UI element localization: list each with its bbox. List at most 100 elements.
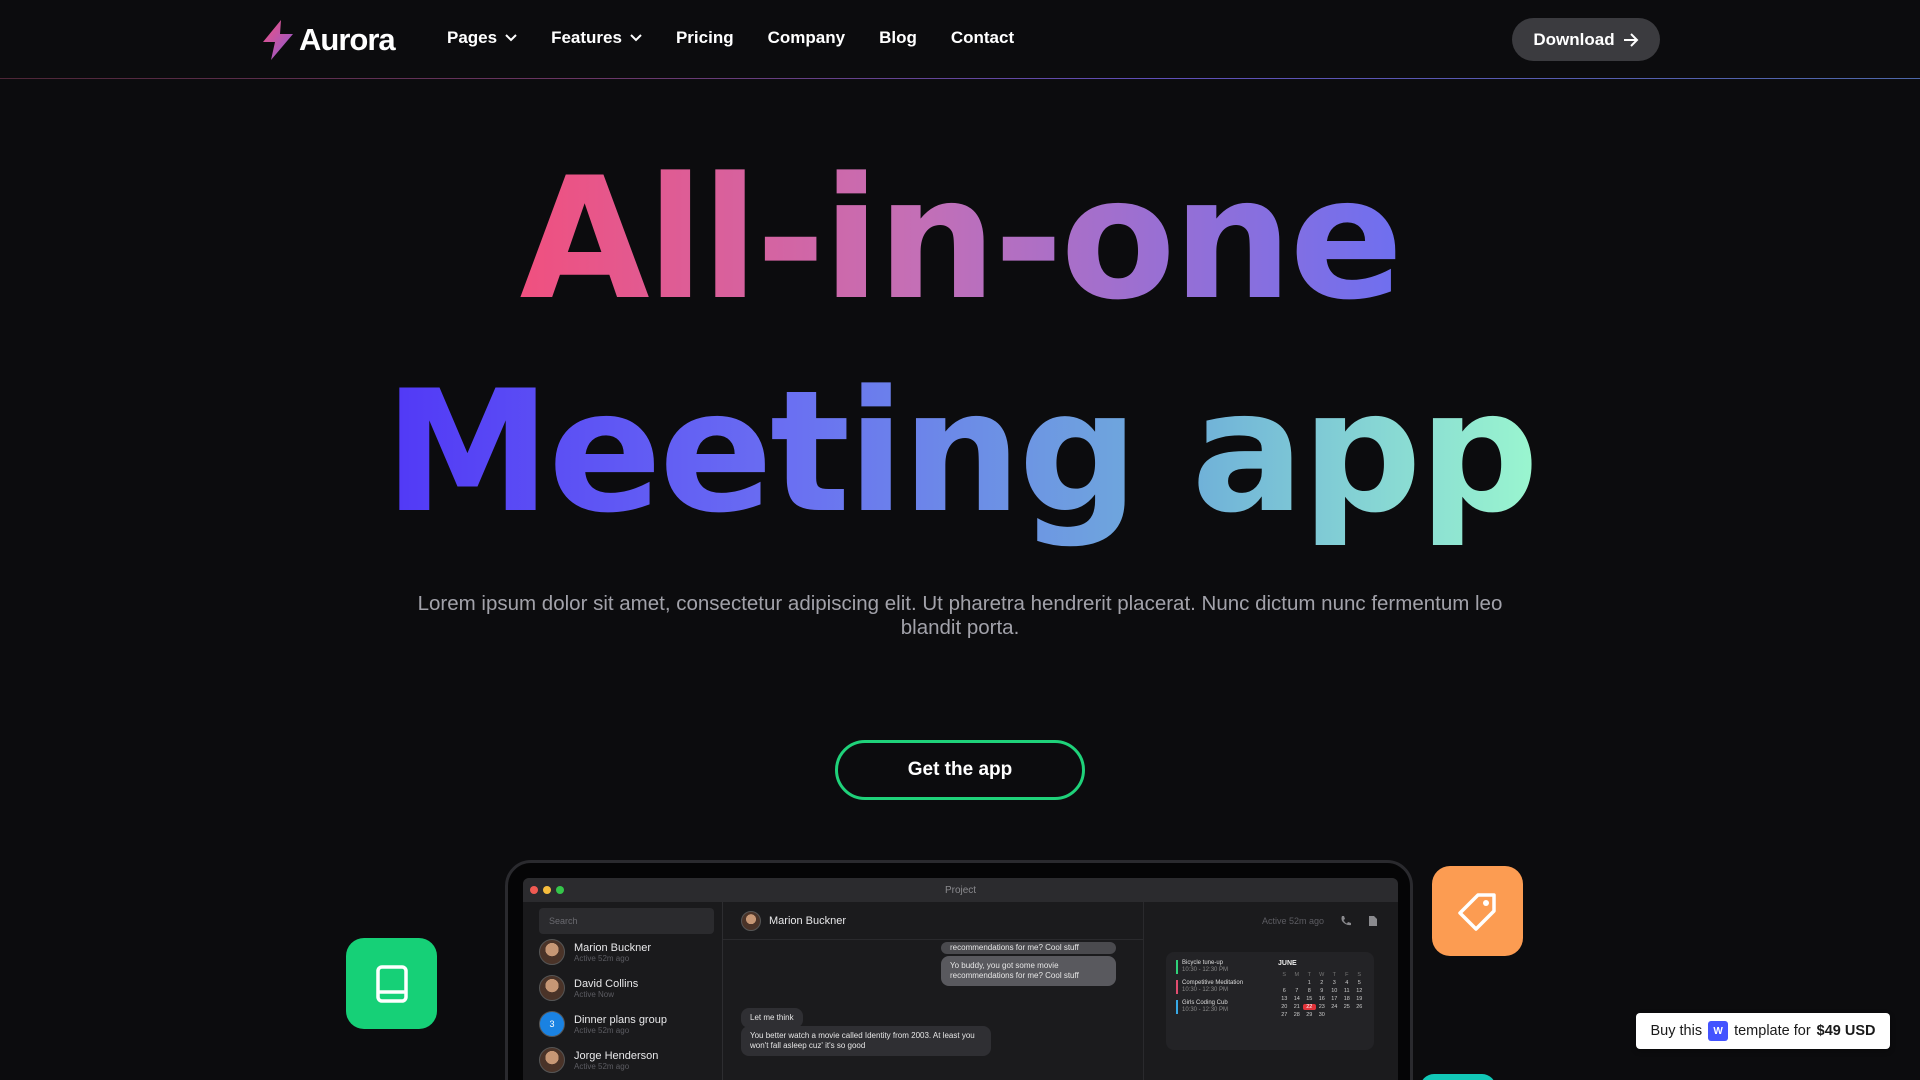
weekday-label: T: [1307, 972, 1311, 978]
calendar-day: 17: [1331, 996, 1338, 1002]
calendar-day: 14: [1293, 996, 1300, 1002]
contact-status: Active 52m ago: [574, 953, 630, 963]
calendar-day: 4: [1345, 980, 1349, 986]
chat-message-bubble: Yo buddy, you got some movie recommendat…: [941, 956, 1116, 986]
tag-icon: [1457, 893, 1496, 931]
chat-message-bubble: recommendations for me? Cool stuff: [941, 942, 1116, 954]
calendar-day: 8: [1307, 988, 1311, 994]
calendar-day: 2: [1320, 980, 1324, 986]
calendar-day: 30: [1318, 1012, 1325, 1018]
hero-title-line-1: All-in-one: [519, 141, 1404, 337]
weekday-label: S: [1282, 972, 1287, 978]
nav-item-pricing[interactable]: Pricing: [676, 28, 734, 48]
chevron-down-icon: [505, 34, 517, 42]
calendar-day: 22: [1303, 1004, 1316, 1010]
chat-contact-name: Marion Buckner: [769, 914, 847, 927]
contact-item: Jorge Henderson Active 52m ago: [539, 1042, 722, 1078]
nav-item-blog[interactable]: Blog: [879, 28, 917, 48]
calendar-month: JUNE: [1278, 960, 1297, 967]
contact-name: Marion Buckner: [574, 941, 652, 954]
contact-item: 3 Dinner plans group Active 52m ago: [539, 1006, 722, 1042]
contact-status: Active 52m ago: [574, 1061, 630, 1071]
badge-middle: template for: [1734, 1023, 1811, 1039]
get-the-app-button[interactable]: Get the app: [835, 740, 1085, 800]
nav-item-label: Features: [551, 28, 622, 47]
chat-header: Marion Buckner: [723, 902, 1143, 940]
window-title: Project: [944, 884, 977, 896]
calendar-day: 20: [1281, 1004, 1288, 1010]
calendar-day: 15: [1306, 996, 1313, 1002]
weekday-label: W: [1319, 972, 1325, 978]
calendar-day: 19: [1356, 996, 1363, 1002]
calendar-day: [1278, 980, 1291, 986]
contact-name: Jorge Henderson: [574, 1049, 659, 1062]
download-button[interactable]: Download: [1512, 18, 1660, 61]
document-icon: [1369, 916, 1377, 926]
chat-message-bubble: Let me think: [741, 1008, 803, 1028]
lightning-icon: [263, 20, 293, 60]
calendar-day: 9: [1320, 988, 1324, 994]
mockup-sidebar: Search Marion Buckner Active 52m ago Davi…: [523, 902, 723, 1080]
nav-divider: [0, 78, 1920, 79]
chevron-down-icon: [630, 34, 642, 42]
buy-template-badge[interactable]: Buy this W template for $49 USD: [1636, 1013, 1890, 1049]
app-mockup-laptop: Project Search Marion Buckner Active 52m …: [505, 860, 1413, 1080]
group-avatar: 3: [539, 1011, 565, 1037]
contact-name: David Collins: [574, 977, 639, 990]
calendar-day: 25: [1343, 1004, 1350, 1010]
calendar-card: Bicycle tune-up 10:30 - 12:30 PM Competit…: [1166, 952, 1374, 1050]
window-titlebar: Project: [523, 878, 1398, 902]
brand-name: Aurora: [299, 22, 396, 57]
contact-status: Active Now: [574, 989, 615, 999]
calendar-day: [1291, 980, 1304, 986]
hero-description: Lorem ipsum dolor sit amet, consectetur …: [417, 592, 1503, 639]
download-button-label: Download: [1533, 29, 1615, 49]
calendar-event: Girls Coding Cub 10:30 - 12:30 PM: [1176, 1000, 1228, 1014]
avatar: [741, 910, 761, 931]
app-mockup-screen: Project Search Marion Buckner Active 52m …: [523, 878, 1398, 1080]
top-navbar: Aurora Pages Features Pricing Company Bl…: [0, 0, 1920, 79]
calendar-day: 1: [1307, 980, 1311, 986]
mockup-right-pane: Active 52m ago Bicycle tune-up 10:30 - 12…: [1143, 902, 1398, 1080]
badge-price: $49 USD: [1816, 1023, 1876, 1039]
nav-item-pages[interactable]: Pages: [447, 28, 517, 48]
calendar-grid: S M T W T F S 1 2 3 4 5 6 7 8 9 10 11 12 13 14 15 16 17 18 19 20 21…: [1278, 972, 1366, 1018]
nav-item-label: Pages: [447, 28, 498, 47]
main-menu: Pages Features Pricing Company Blog Cont…: [447, 28, 1048, 48]
calendar-day: 13: [1281, 996, 1288, 1002]
calendar-day: 21: [1293, 1004, 1300, 1010]
calendar-day: 16: [1318, 996, 1325, 1002]
weekday-label: S: [1357, 972, 1362, 978]
calendar-day: 29: [1306, 1012, 1313, 1018]
right-pane-header: Active 52m ago: [1144, 902, 1398, 940]
webflow-icon: W: [1708, 1021, 1729, 1041]
calendar-day: 23: [1318, 1004, 1325, 1010]
calendar-day: 5: [1357, 980, 1361, 986]
chat-message-bubble: You better watch a movie called Identity…: [741, 1026, 991, 1056]
phone-icon: [1341, 916, 1351, 926]
active-status: Active 52m ago: [1261, 916, 1324, 926]
contact-name: Dinner plans group: [574, 1013, 667, 1026]
nav-item-features[interactable]: Features: [551, 28, 642, 48]
arrow-right-icon: [1623, 32, 1639, 47]
decorative-tile: [1420, 1074, 1496, 1080]
book-icon-tile: [346, 938, 437, 1029]
calendar-day: 18: [1343, 996, 1350, 1002]
avatar: [539, 939, 565, 965]
hero-title-line-2: Meeting app: [383, 354, 1539, 550]
calendar-event: Bicycle tune-up 10:30 - 12:30 PM: [1176, 960, 1228, 974]
calendar-day: 7: [1295, 988, 1299, 994]
nav-item-contact[interactable]: Contact: [951, 28, 1014, 48]
calendar-event: Competitive Meditation 10:30 - 12:30 PM: [1176, 980, 1243, 994]
calendar-day: 12: [1356, 988, 1363, 994]
weekday-label: F: [1345, 972, 1349, 978]
calendar-day: 11: [1343, 988, 1350, 994]
mockup-search-input: Search: [539, 908, 714, 934]
weekday-label: T: [1332, 972, 1336, 978]
nav-item-company[interactable]: Company: [768, 28, 845, 48]
badge-prefix: Buy this: [1650, 1023, 1703, 1039]
calendar-day: 24: [1331, 1004, 1338, 1010]
mockup-chat-pane: Marion Buckner recommendations for me? C…: [723, 902, 1143, 1080]
contact-item: Marion Buckner Active 52m ago: [539, 934, 722, 970]
brand-logo[interactable]: Aurora: [259, 20, 396, 60]
